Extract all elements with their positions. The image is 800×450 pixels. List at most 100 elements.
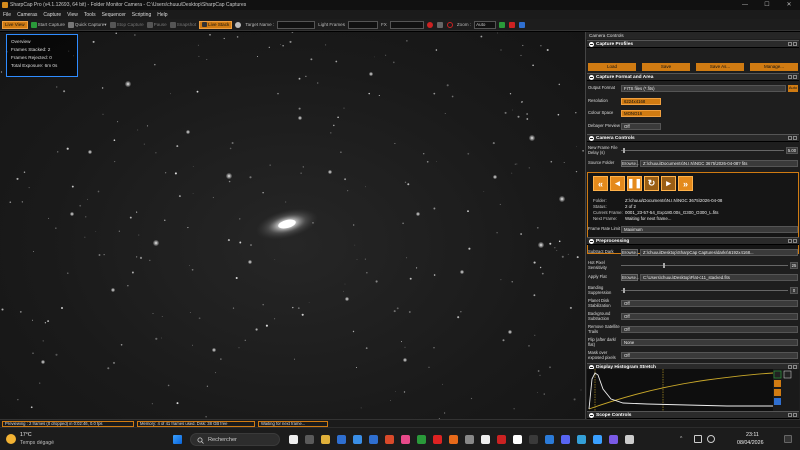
expand-icon[interactable] [793, 136, 797, 140]
camera-controls-header[interactable]: Camera Controls [587, 134, 799, 142]
start-capture-button[interactable]: Start Capture [30, 21, 65, 28]
folder-icon[interactable] [321, 435, 330, 444]
zoom-in-icon[interactable] [499, 21, 506, 28]
save-as-button[interactable]: Save As... [696, 63, 744, 71]
capture-format-header[interactable]: Capture Format and Area [587, 73, 799, 81]
source-folder-browse-button[interactable]: Browse... [621, 160, 639, 167]
remove-satellite-select[interactable]: Off [621, 326, 798, 333]
maximize-button[interactable]: ☐ [756, 0, 778, 10]
expand-icon[interactable] [793, 413, 797, 417]
refresh-button[interactable]: ↻ [644, 176, 659, 191]
pin-icon[interactable] [788, 413, 792, 417]
snapshot-button[interactable]: Snapshot [169, 21, 196, 28]
fit-icon[interactable] [519, 21, 526, 28]
banding-value[interactable]: 0 [790, 287, 798, 294]
app-icon[interactable] [417, 435, 426, 444]
source-folder-path[interactable]: Z:\chuuu\Documents\N.I.N\NGC 3675\2026-0… [640, 160, 798, 167]
app-icon[interactable] [497, 435, 506, 444]
expand-icon[interactable] [793, 42, 797, 46]
zoom-select[interactable]: Auto [474, 20, 497, 29]
app-icon[interactable] [609, 435, 618, 444]
minimize-button[interactable]: — [734, 0, 756, 10]
volume-icon[interactable] [707, 435, 715, 443]
scope-controls-header[interactable]: Scope Controls [587, 411, 799, 419]
app-icon[interactable] [593, 435, 602, 444]
fast-forward-button[interactable]: » [678, 176, 693, 191]
manage-button[interactable]: Manage... [750, 63, 798, 71]
collapse-icon[interactable] [589, 412, 594, 418]
photoshop-icon[interactable] [337, 435, 346, 444]
apply-flat-browse-button[interactable]: Browse... [621, 274, 639, 281]
store-icon[interactable] [369, 435, 378, 444]
app-icon[interactable] [625, 435, 634, 444]
task-view-icon[interactable] [289, 435, 298, 444]
new-frame-delay-slider[interactable] [621, 147, 784, 154]
load-button[interactable]: Load [588, 63, 636, 71]
apply-flat-path[interactable]: C:\Users\chuuu\Desktop\Flat-c11_stacked.… [640, 274, 798, 281]
image-preview[interactable] [0, 32, 585, 419]
plus-icon[interactable] [513, 435, 522, 444]
colour-space-select[interactable]: MONO16 [621, 110, 661, 117]
grid-icon[interactable] [436, 21, 444, 28]
quick-capture-button[interactable]: Quick Capture ▾ [67, 21, 107, 28]
collapse-icon[interactable] [589, 238, 594, 244]
menu-file[interactable]: File [3, 12, 11, 18]
mask-select[interactable]: Off [621, 352, 798, 359]
step-back-button[interactable]: ◂ [610, 176, 625, 191]
flip-select[interactable]: None [621, 339, 798, 346]
subtract-dark-path[interactable]: Z:\chuuu\Desktop\SharpCap Captures\darks… [640, 249, 798, 256]
planet-disk-select[interactable]: Off [621, 300, 798, 307]
hot-pixel-value[interactable]: 25 [790, 262, 798, 269]
media-icon[interactable] [401, 435, 410, 444]
live-view-button[interactable]: Live View [2, 20, 28, 29]
menu-cameras[interactable]: Cameras [17, 12, 37, 18]
target-name-select[interactable] [277, 20, 316, 29]
menu-view[interactable]: View [67, 12, 78, 18]
app-icon[interactable] [481, 435, 490, 444]
step-forward-button[interactable]: ▸ [661, 176, 676, 191]
resolution-select[interactable]: 6224x4168 [621, 98, 661, 105]
collapse-icon[interactable] [589, 41, 594, 47]
menu-help[interactable]: Help [157, 12, 167, 18]
expand-icon[interactable] [793, 239, 797, 243]
banding-slider[interactable] [621, 287, 788, 294]
auto-button[interactable]: Auto [788, 85, 798, 92]
preprocessing-header[interactable]: Preprocessing [587, 237, 799, 245]
weather-icon[interactable] [6, 434, 16, 444]
stop-capture-button[interactable]: Stop Capture [109, 21, 144, 28]
menu-scripting[interactable]: Scripting [132, 12, 151, 18]
fx-select[interactable] [389, 20, 424, 29]
menu-capture[interactable]: Capture [43, 12, 61, 18]
network-icon[interactable] [694, 435, 702, 443]
capture-profiles-header[interactable]: Capture Profiles [587, 40, 799, 48]
expand-icon[interactable] [793, 75, 797, 79]
new-frame-delay-value[interactable]: 5.00 [786, 147, 798, 154]
menu-tools[interactable]: Tools [84, 12, 96, 18]
file-explorer-icon[interactable] [305, 435, 314, 444]
app-icon[interactable] [577, 435, 586, 444]
collapse-icon[interactable] [589, 135, 594, 141]
record-icon[interactable] [426, 21, 434, 28]
tray-chevron-icon[interactable]: ^ [680, 436, 682, 442]
reticle-icon[interactable] [446, 21, 454, 28]
hot-pixel-slider[interactable] [621, 262, 788, 269]
app-icon[interactable] [465, 435, 474, 444]
firefox-icon[interactable] [449, 435, 458, 444]
save-button[interactable]: Save [642, 63, 690, 71]
close-button[interactable]: ✕ [778, 0, 800, 10]
netflix-icon[interactable] [433, 435, 442, 444]
pin-icon[interactable] [788, 75, 792, 79]
pin-icon[interactable] [788, 239, 792, 243]
app-icon[interactable] [545, 435, 554, 444]
collapse-icon[interactable] [589, 74, 594, 80]
frame-rate-select[interactable]: Maximum [621, 226, 798, 233]
menu-sequencer[interactable]: Sequencer [102, 12, 126, 18]
notifications-icon[interactable] [784, 435, 792, 443]
rewind-button[interactable]: « [593, 176, 608, 191]
pause-play-button[interactable]: ❚❚ [627, 176, 642, 191]
discord-icon[interactable] [561, 435, 570, 444]
taskbar-search[interactable]: Rechercher [190, 433, 280, 446]
zoom-out-icon[interactable] [509, 21, 516, 28]
windows-start-icon[interactable] [173, 435, 182, 444]
frame-type-select[interactable] [348, 20, 378, 29]
